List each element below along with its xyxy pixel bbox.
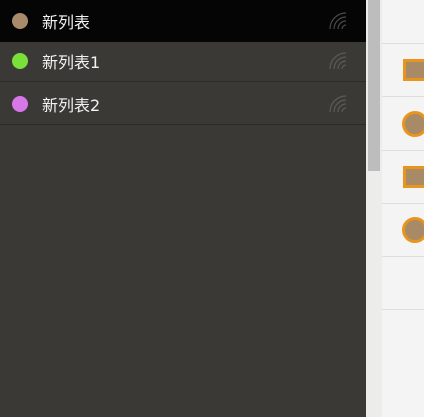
scrollbar-thumb[interactable] bbox=[368, 0, 380, 171]
task-checkbox[interactable] bbox=[403, 166, 424, 188]
list-label: 新列表1 bbox=[42, 52, 101, 72]
task-checkbox[interactable] bbox=[402, 217, 424, 243]
divider bbox=[382, 309, 424, 310]
divider bbox=[382, 256, 424, 257]
list-label: 新列表 bbox=[42, 12, 91, 32]
list-color-dot bbox=[12, 95, 28, 112]
sidebar: 新列表 新列表1 新列表2 bbox=[0, 0, 366, 417]
task-checkbox[interactable] bbox=[403, 59, 424, 81]
task-list-panel bbox=[382, 0, 424, 417]
rss-icon bbox=[329, 12, 347, 30]
divider bbox=[382, 43, 424, 44]
rss-icon bbox=[329, 52, 347, 70]
list-color-dot bbox=[12, 52, 28, 69]
divider bbox=[382, 96, 424, 97]
list-color-dot bbox=[12, 12, 28, 29]
divider bbox=[382, 203, 424, 204]
sidebar-list-item[interactable]: 新列表2 bbox=[0, 83, 366, 125]
rss-icon bbox=[329, 95, 347, 113]
divider bbox=[382, 150, 424, 151]
sidebar-list-item[interactable]: 新列表 bbox=[0, 0, 366, 42]
app-window: 新列表 新列表1 新列表2 bbox=[0, 0, 424, 417]
sidebar-list-item[interactable]: 新列表1 bbox=[0, 40, 366, 82]
task-checkbox[interactable] bbox=[402, 111, 424, 137]
list-label: 新列表2 bbox=[42, 95, 101, 115]
